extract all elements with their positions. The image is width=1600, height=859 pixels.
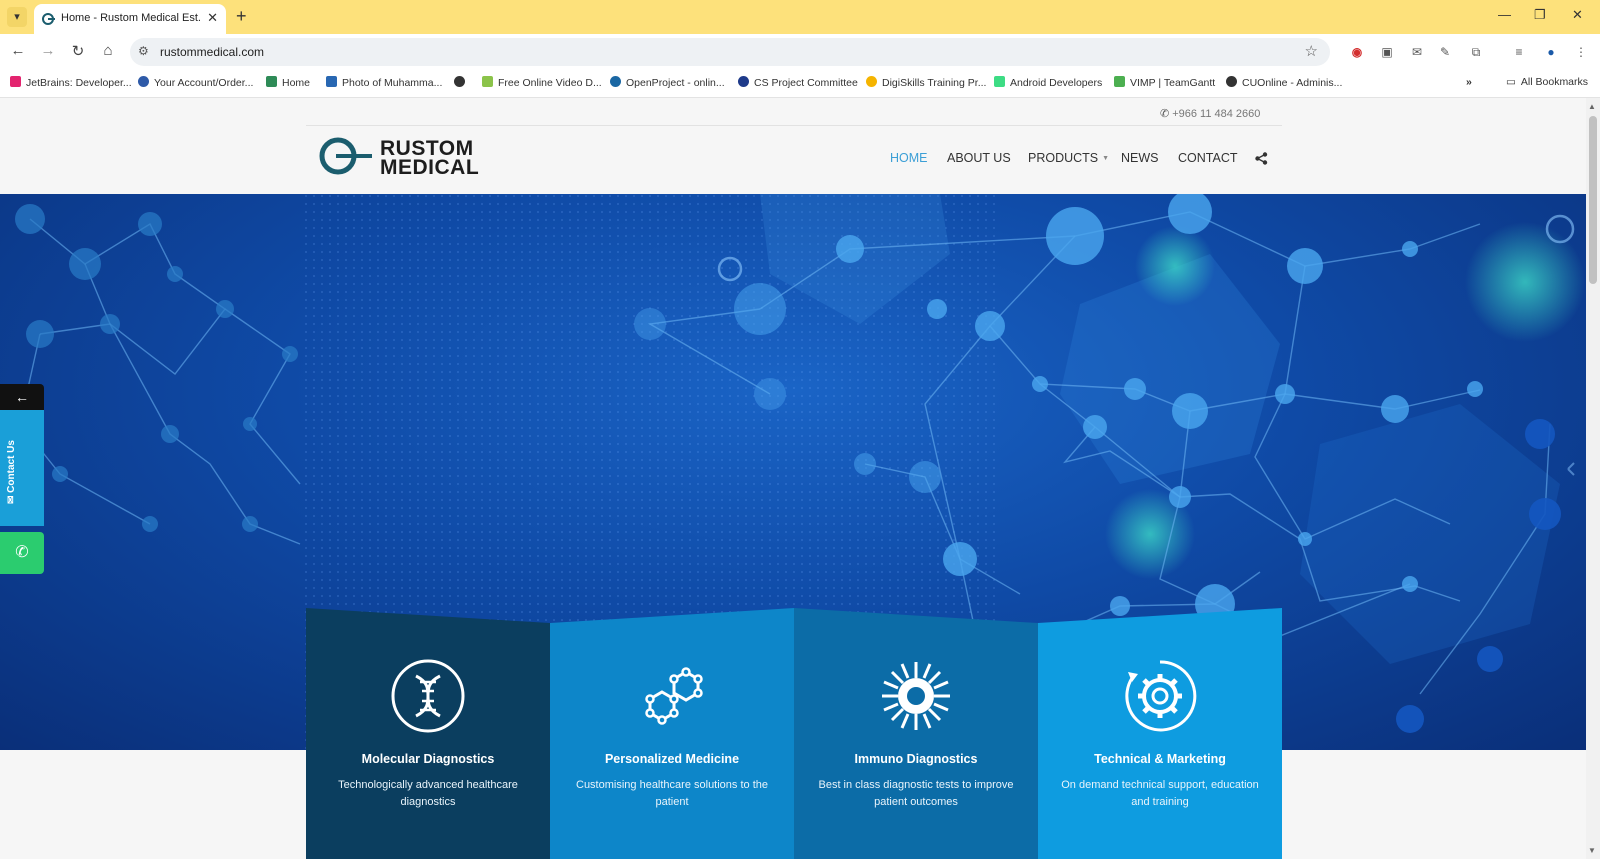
site-header: ✆ +966 11 484 2660 RUSTOM MEDICAL HOME AB… xyxy=(0,98,1586,194)
window-close-icon[interactable]: ✕ xyxy=(1572,7,1583,23)
address-bar[interactable]: ⚙ rustommedical.com ☆ xyxy=(130,38,1330,66)
molecule-icon xyxy=(645,667,703,725)
bookmark-favicon-icon xyxy=(1114,76,1125,87)
browser-tab-strip: ▾ Home - Rustom Medical Est. ✕ + — ❐ ✕ xyxy=(0,0,1600,34)
phone-icon: ✆ xyxy=(15,544,29,561)
side-panel-toggle-arrow[interactable]: ← xyxy=(0,384,44,410)
logo-mark-icon[interactable] xyxy=(318,136,374,176)
bookmark-item[interactable]: VIMP | TeamGantt xyxy=(1114,76,1215,89)
bookmark-item[interactable]: OpenProject - onlin... xyxy=(610,76,725,89)
mail-icon: ✉ xyxy=(6,492,17,504)
bookmark-item[interactable] xyxy=(454,76,470,89)
site-logo[interactable]: RUSTOM MEDICAL xyxy=(380,138,480,179)
reading-list-icon[interactable]: ≡ xyxy=(1510,43,1528,61)
card-immuno-diagnostics[interactable]: Immuno Diagnostics Best in class diagnos… xyxy=(794,608,1038,859)
bookmark-favicon-icon xyxy=(482,76,493,87)
forward-icon[interactable]: → xyxy=(38,42,58,59)
new-tab-button[interactable]: + xyxy=(236,6,247,27)
virus-icon xyxy=(882,662,950,730)
bookmark-item[interactable]: Free Online Video D... xyxy=(482,76,602,89)
card-title: Technical & Marketing xyxy=(1094,752,1226,766)
bookmark-favicon-icon xyxy=(138,76,149,87)
page-scrollbar[interactable]: ▲ ▼ xyxy=(1586,98,1600,859)
scroll-up-icon[interactable]: ▲ xyxy=(1588,102,1596,111)
card-description: Technologically advanced healthcare diag… xyxy=(338,779,518,808)
extension-icon[interactable]: ▣ xyxy=(1378,43,1396,61)
card-description: Customising healthcare solutions to the … xyxy=(576,779,768,808)
bookmark-star-icon[interactable]: ☆ xyxy=(1305,42,1318,60)
minimize-icon[interactable]: — xyxy=(1498,7,1511,22)
browser-toolbar: ← → ↻ ⌂ ⚙ rustommedical.com ☆ ◉ ▣ ✉ ✎ ⧉ … xyxy=(0,34,1600,70)
reload-icon[interactable]: ↻ xyxy=(68,42,88,60)
back-icon[interactable]: ← xyxy=(8,42,28,59)
globe-icon xyxy=(454,76,465,87)
chevron-down-icon: ▼ xyxy=(1102,155,1110,162)
bookmark-item[interactable]: Your Account/Order... xyxy=(138,76,253,89)
card-title: Immuno Diagnostics xyxy=(854,752,978,766)
card-description: On demand technical support, education a… xyxy=(1061,779,1259,808)
phone-icon: ✆ xyxy=(1160,108,1170,120)
bookmark-item[interactable]: DigiSkills Training Pr... xyxy=(866,76,986,89)
extension-badge-icon[interactable]: ◉ xyxy=(1348,43,1366,61)
bookmark-item[interactable]: Android Developers xyxy=(994,76,1102,89)
bookmark-favicon-icon xyxy=(866,76,877,87)
browser-tab-active[interactable]: Home - Rustom Medical Est. ✕ xyxy=(34,4,226,34)
bookmarks-bar: JetBrains: Developer... Your Account/Ord… xyxy=(0,70,1600,98)
all-bookmarks-button[interactable]: ▭ All Bookmarks xyxy=(1506,76,1588,88)
nav-news[interactable]: NEWS xyxy=(1121,151,1159,165)
restore-icon[interactable]: ❐ xyxy=(1534,7,1546,23)
site-favicon-icon xyxy=(42,13,55,25)
card-description: Best in class diagnostic tests to improv… xyxy=(818,779,1014,808)
nav-home[interactable]: HOME xyxy=(890,151,928,165)
folder-icon: ▭ xyxy=(1506,76,1516,88)
address-url[interactable]: rustommedical.com xyxy=(160,45,264,59)
tab-title: Home - Rustom Medical Est. xyxy=(61,12,201,24)
card-personalized-medicine[interactable]: Personalized Medicine Customising health… xyxy=(550,608,794,859)
bookmark-item[interactable]: JetBrains: Developer... xyxy=(10,76,132,89)
bookmark-item[interactable]: Photo of Muhamma... xyxy=(326,76,442,89)
side-phone-button[interactable]: ✆ xyxy=(0,532,44,574)
bookmark-favicon-icon xyxy=(610,76,621,87)
logo-line-2: MEDICAL xyxy=(380,156,480,179)
extension-mail-icon[interactable]: ✉ xyxy=(1408,43,1426,61)
bookmark-favicon-icon xyxy=(326,76,337,87)
share-icon[interactable] xyxy=(1255,152,1268,165)
header-divider xyxy=(306,125,1282,126)
home-icon[interactable]: ⌂ xyxy=(98,42,118,59)
side-contact-us-tab[interactable]: ✉ Contact Us xyxy=(0,410,44,526)
dna-icon xyxy=(391,659,465,733)
card-title: Personalized Medicine xyxy=(604,752,740,766)
nav-products[interactable]: PRODUCTS ▼ xyxy=(1028,151,1109,165)
browser-menu-icon[interactable]: ⋮ xyxy=(1572,43,1590,61)
extensions-puzzle-icon[interactable]: ⧉ xyxy=(1467,43,1485,61)
gear-icon xyxy=(1125,660,1197,732)
nav-contact[interactable]: CONTACT xyxy=(1178,151,1238,165)
service-cards: Molecular Diagnostics Technologically ad… xyxy=(306,608,1282,859)
tab-close-icon[interactable]: ✕ xyxy=(207,10,218,26)
bookmark-favicon-icon xyxy=(266,76,277,87)
contact-us-label: ✉ Contact Us xyxy=(6,440,17,504)
card-technical-marketing[interactable]: Technical & Marketing On demand technica… xyxy=(1038,608,1282,859)
profile-avatar-icon[interactable]: ● xyxy=(1542,43,1560,61)
android-icon xyxy=(994,76,1005,87)
site-info-icon[interactable]: ⚙ xyxy=(138,44,149,58)
bookmark-item[interactable]: CUOnline - Adminis... xyxy=(1226,76,1342,89)
bookmark-item[interactable]: Home xyxy=(266,76,310,89)
bookmark-favicon-icon xyxy=(1226,76,1237,87)
nav-about-us[interactable]: ABOUT US xyxy=(947,151,1011,165)
card-title: Molecular Diagnostics xyxy=(361,752,495,766)
bookmark-favicon-icon xyxy=(738,76,749,87)
scrollbar-thumb[interactable] xyxy=(1589,116,1597,284)
card-molecular-diagnostics[interactable]: Molecular Diagnostics Technologically ad… xyxy=(306,608,550,859)
slider-next-icon[interactable] xyxy=(1567,462,1575,476)
header-phone[interactable]: ✆ +966 11 484 2660 xyxy=(1160,107,1260,120)
bookmarks-overflow-icon[interactable]: » xyxy=(1466,76,1472,88)
tab-search-button[interactable]: ▾ xyxy=(7,7,27,27)
extension-pen-icon[interactable]: ✎ xyxy=(1436,43,1454,61)
scroll-down-icon[interactable]: ▼ xyxy=(1588,846,1596,855)
bookmark-favicon-icon xyxy=(10,76,21,87)
page-viewport: ✆ +966 11 484 2660 RUSTOM MEDICAL HOME AB… xyxy=(0,98,1586,859)
bookmark-item[interactable]: CS Project Committee xyxy=(738,76,858,89)
